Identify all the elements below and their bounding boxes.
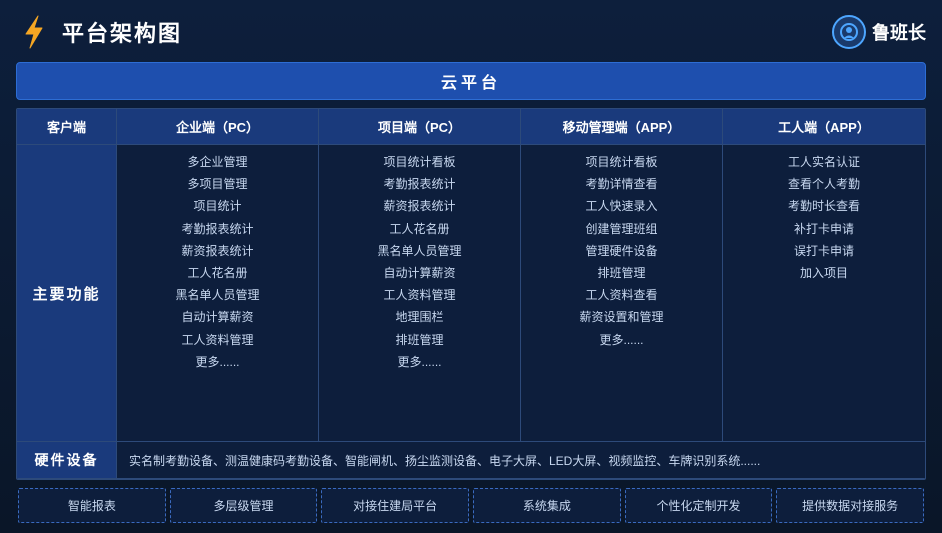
enterprise-pc-col: 多企业管理 多项目管理 项目统计 考勤报表统计 薪资报表统计 工人花名册 黑名单…	[117, 145, 319, 441]
feature-item: 考勤报表统计	[123, 220, 312, 239]
feature-item: 地理围栏	[325, 308, 514, 327]
page-title: 平台架构图	[62, 16, 182, 48]
main-content-row: 主要功能 多企业管理 多项目管理 项目统计 考勤报表统计 薪资报表统计 工人花名…	[17, 145, 925, 442]
header: 平台架构图 鲁班长	[16, 10, 926, 54]
feature-item: 项目统计看板	[325, 153, 514, 172]
col-header-client: 客户端	[17, 109, 117, 144]
feature-item: 排班管理	[325, 331, 514, 350]
feature-item: 薪资报表统计	[123, 242, 312, 261]
feature-item: 工人花名册	[325, 220, 514, 239]
feature-item: 更多......	[325, 353, 514, 372]
feature-item: 多企业管理	[123, 153, 312, 172]
feature-item: 考勤详情查看	[527, 175, 716, 194]
bottom-item-2: 对接住建局平台	[321, 488, 469, 523]
logo-icon	[16, 14, 52, 50]
feature-item: 黑名单人员管理	[123, 286, 312, 305]
col-header-enterprise: 企业端（PC）	[117, 109, 319, 144]
hardware-row: 硬件设备 实名制考勤设备、测温健康码考勤设备、智能闸机、扬尘监测设备、电子大屏、…	[17, 442, 925, 479]
hardware-label: 硬件设备	[17, 442, 117, 478]
feature-item: 更多......	[123, 353, 312, 372]
main-function-label: 主要功能	[17, 145, 117, 441]
feature-item: 黑名单人员管理	[325, 242, 514, 261]
brand-name: 鲁班长	[872, 19, 926, 45]
feature-item: 工人快速录入	[527, 197, 716, 216]
bottom-item-4: 个性化定制开发	[625, 488, 773, 523]
feature-item: 自动计算薪资	[123, 308, 312, 327]
mobile-app-col: 项目统计看板 考勤详情查看 工人快速录入 创建管理班组 管理硬件设备 排班管理 …	[521, 145, 723, 441]
feature-item: 工人花名册	[123, 264, 312, 283]
feature-item: 考勤时长查看	[729, 197, 919, 216]
feature-item: 加入项目	[729, 264, 919, 283]
feature-item: 项目统计看板	[527, 153, 716, 172]
feature-item: 自动计算薪资	[325, 264, 514, 283]
brand-logo: 鲁班长	[832, 15, 926, 49]
bottom-item-0: 智能报表	[18, 488, 166, 523]
feature-item: 工人资料查看	[527, 286, 716, 305]
bottom-item-3: 系统集成	[473, 488, 621, 523]
cloud-platform-bar: 云平台	[16, 62, 926, 100]
worker-app-col: 工人实名认证 查看个人考勤 考勤时长查看 补打卡申请 误打卡申请 加入项目	[723, 145, 925, 441]
col-header-mobile: 移动管理端（APP）	[521, 109, 723, 144]
feature-item: 补打卡申请	[729, 220, 919, 239]
brand-icon	[832, 15, 866, 49]
bottom-item-5: 提供数据对接服务	[776, 488, 924, 523]
feature-item: 多项目管理	[123, 175, 312, 194]
header-left: 平台架构图	[16, 14, 182, 50]
feature-item: 更多......	[527, 331, 716, 350]
feature-item: 工人资料管理	[123, 331, 312, 350]
feature-item: 误打卡申请	[729, 242, 919, 261]
feature-item: 工人实名认证	[729, 153, 919, 172]
page-wrapper: 平台架构图 鲁班长 云平台 客户端 企业端（PC） 项目端（PC） 移动管理端（…	[0, 0, 942, 533]
col-header-worker: 工人端（APP）	[723, 109, 925, 144]
feature-item: 薪资报表统计	[325, 197, 514, 216]
main-table: 客户端 企业端（PC） 项目端（PC） 移动管理端（APP） 工人端（APP） …	[16, 108, 926, 480]
feature-item: 创建管理班组	[527, 220, 716, 239]
col-headers-row: 客户端 企业端（PC） 项目端（PC） 移动管理端（APP） 工人端（APP）	[17, 109, 925, 145]
feature-item: 管理硬件设备	[527, 242, 716, 261]
feature-item: 薪资设置和管理	[527, 308, 716, 327]
col-header-project: 项目端（PC）	[319, 109, 521, 144]
bottom-item-1: 多层级管理	[170, 488, 318, 523]
feature-item: 查看个人考勤	[729, 175, 919, 194]
project-pc-col: 项目统计看板 考勤报表统计 薪资报表统计 工人花名册 黑名单人员管理 自动计算薪…	[319, 145, 521, 441]
feature-item: 工人资料管理	[325, 286, 514, 305]
feature-item: 排班管理	[527, 264, 716, 283]
cloud-platform-label: 云平台	[441, 75, 501, 92]
hardware-content: 实名制考勤设备、测温健康码考勤设备、智能闸机、扬尘监测设备、电子大屏、LED大屏…	[117, 442, 925, 478]
feature-item: 项目统计	[123, 197, 312, 216]
feature-item: 考勤报表统计	[325, 175, 514, 194]
bottom-row: 智能报表 多层级管理 对接住建局平台 系统集成 个性化定制开发 提供数据对接服务	[16, 488, 926, 523]
